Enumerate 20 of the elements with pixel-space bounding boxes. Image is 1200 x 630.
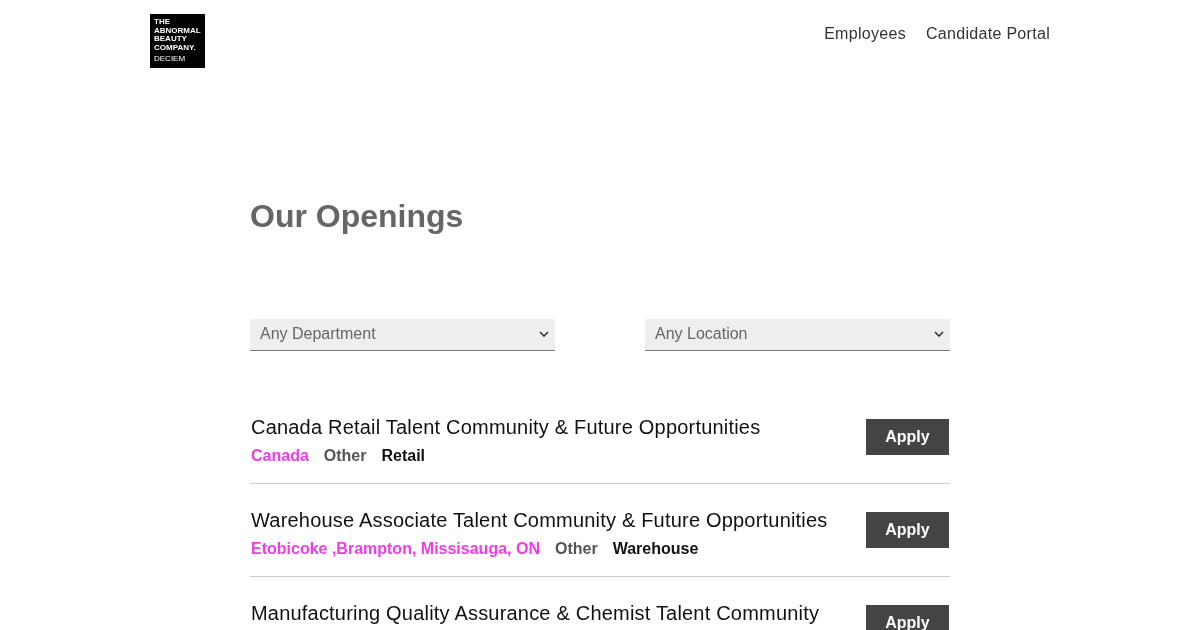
job-department: Retail xyxy=(381,446,426,465)
nav-link[interactable]: Candidate Portal xyxy=(926,25,1050,43)
job-title[interactable]: Warehouse Associate Talent Community & Future Opportunities xyxy=(251,507,828,532)
filter-dropdown[interactable]: Any Department xyxy=(250,318,555,351)
job-location: Canada xyxy=(251,446,309,465)
page-heading: Our Openings xyxy=(250,196,465,236)
chevron-down-icon xyxy=(934,331,944,337)
nav-link[interactable]: Employees xyxy=(824,25,906,43)
job-title[interactable]: Manufacturing Quality Assurance & Chemist Talent Community xyxy=(251,600,820,625)
company-logo[interactable]: THE ABNORMAL BEAUTY COMPANY. DECIEM xyxy=(150,14,205,68)
job-department: Warehouse xyxy=(612,539,699,558)
job-type: Other xyxy=(554,539,598,558)
apply-button[interactable]: Apply xyxy=(866,604,949,630)
apply-button[interactable]: Apply xyxy=(866,418,949,455)
chevron-down-icon xyxy=(539,331,549,337)
job-title[interactable]: Canada Retail Talent Community & Future Opportunities xyxy=(251,414,761,439)
apply-button[interactable]: Apply xyxy=(866,511,949,548)
job-location: Etobicoke ,Brampton, Missisauga, ON xyxy=(251,539,540,558)
filter-dropdown[interactable]: Any Location xyxy=(645,318,950,351)
job-type: Other xyxy=(323,446,367,465)
